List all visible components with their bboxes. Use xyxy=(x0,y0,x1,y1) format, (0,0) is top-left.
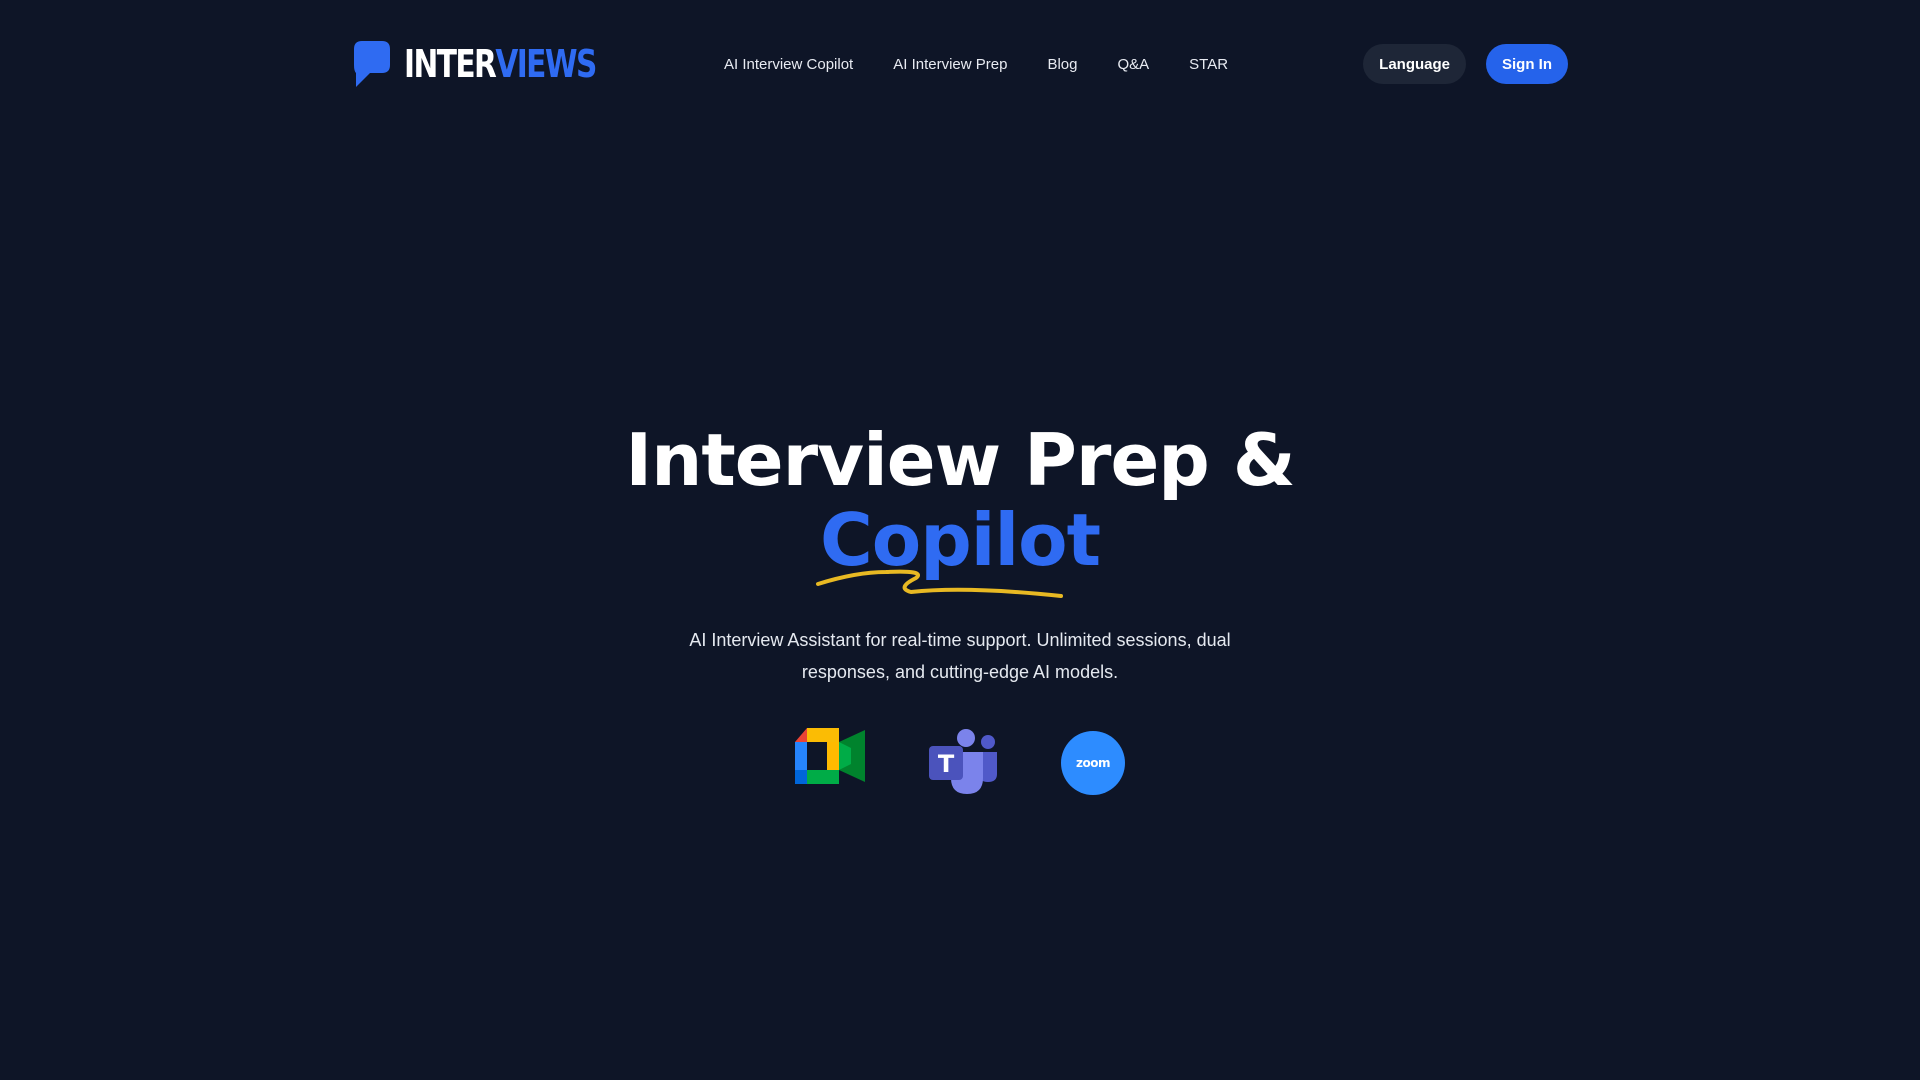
logo-wordmark: INTERVIEWS xyxy=(404,42,597,86)
nav-link-ai-interview-prep[interactable]: AI Interview Prep xyxy=(893,56,1007,73)
header-actions: Language Sign In xyxy=(1363,44,1568,84)
nav-link-star[interactable]: STAR xyxy=(1189,56,1228,73)
landing-page: INTERVIEWS AI Interview Copilot AI Inter… xyxy=(0,0,1920,1080)
hero-title-line1: Interview Prep & xyxy=(625,418,1295,502)
hero-section: Interview Prep & Copilot AI Interview As… xyxy=(0,420,1920,688)
google-meet-icon xyxy=(795,728,865,784)
chat-bubble-logo-icon xyxy=(354,41,390,87)
hero-subtitle: AI Interview Assistant for real-time sup… xyxy=(689,630,1231,682)
language-button[interactable]: Language xyxy=(1363,44,1466,84)
underline-swoosh-icon xyxy=(815,569,1063,598)
nav-link-qa[interactable]: Q&A xyxy=(1117,56,1149,73)
sign-in-button[interactable]: Sign In xyxy=(1486,44,1568,84)
nav-link-ai-interview-copilot[interactable]: AI Interview Copilot xyxy=(724,56,853,73)
svg-text:T: T xyxy=(938,750,955,778)
zoom-icon-label: zoom xyxy=(1076,756,1110,770)
hero-title: Interview Prep & Copilot xyxy=(0,418,1920,598)
logo-text-inter: INTER xyxy=(404,42,497,86)
platform-icons: T zoom xyxy=(795,728,1125,798)
zoom-icon: zoom xyxy=(1061,731,1125,795)
nav-link-blog[interactable]: Blog xyxy=(1047,56,1077,73)
logo-text-views: VIEWS xyxy=(495,42,597,86)
main-nav: AI Interview Copilot AI Interview Prep B… xyxy=(724,38,1228,90)
logo[interactable]: INTERVIEWS xyxy=(352,38,702,90)
header: INTERVIEWS AI Interview Copilot AI Inter… xyxy=(352,38,1568,90)
microsoft-teams-icon: T xyxy=(929,729,997,794)
hero-title-highlight: Copilot xyxy=(815,500,1101,598)
